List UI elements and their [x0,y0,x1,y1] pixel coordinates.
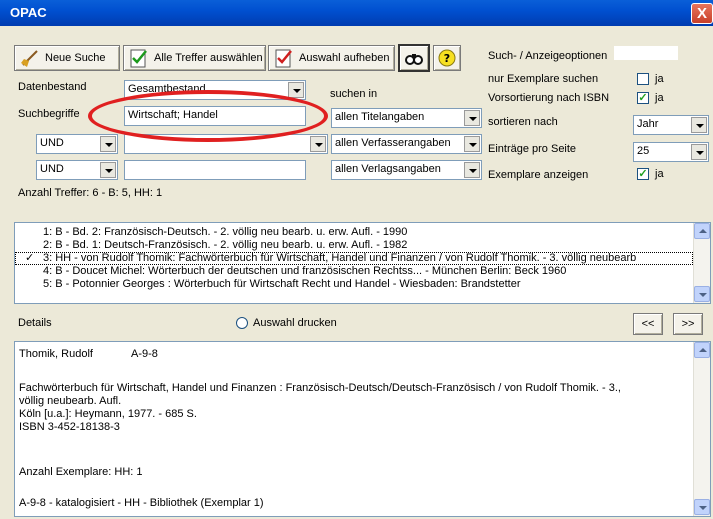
svg-text:?: ? [444,52,450,65]
sort-by-value: Jahr [637,118,659,130]
datenbestand-value: Gesamtbestand [128,83,206,95]
operator-3-value: UND [40,163,64,175]
check-icon: ✓ [25,252,35,264]
result-item[interactable]: 1: B - Bd. 2: Französisch-Deutsch. - 2. … [15,226,693,239]
hit-summary: Anzahl Treffer: 6 - B: 5, HH: 1 [18,187,163,199]
search-field-3-value: allen Verlagsangaben [335,163,441,175]
title-bar: OPAC [0,0,713,26]
only-copies-checkbox[interactable] [637,73,649,85]
search-term-3-input[interactable] [124,160,306,180]
window-title: OPAC [10,5,47,20]
dropdown-arrow-icon[interactable] [464,136,480,152]
suchen-in-label: suchen in [330,88,378,100]
result-item[interactable]: 5: B - Potonnier Georges : Wörterbuch fü… [15,278,693,291]
clear-selection-button[interactable]: Auswahl aufheben [268,45,395,71]
details-label: Details [18,317,52,329]
select-all-label: Alle Treffer auswählen [154,52,263,64]
result-item-text: 5: B - Potonnier Georges : Wörterbuch fü… [43,278,521,290]
result-item-text: 4: B - Doucet Michel: Wörterbuch der deu… [43,265,567,277]
operator-2-value: UND [40,137,64,149]
scroll-down-icon[interactable] [694,499,710,515]
results-list[interactable]: 1: B - Bd. 2: Französisch-Deutsch. - 2. … [14,222,711,304]
dropdown-arrow-icon[interactable] [100,136,116,152]
detail-title: Fachwörterbuch für Wirtschaft, Handel un… [19,382,621,394]
options-title-field [614,46,678,60]
search-term-1-input[interactable]: Wirtschaft; Handel [124,106,306,126]
detail-edition: völlig neubearb. Aufl. [19,395,122,407]
scroll-up-icon[interactable] [694,342,710,358]
sort-by-label: sortieren nach [488,116,558,128]
search-field-2-value: allen Verfasserangaben [335,137,451,149]
close-button[interactable]: X [691,3,713,24]
detail-isbn: ISBN 3-452-18138-3 [19,421,120,433]
binoculars-button[interactable] [398,44,430,72]
sort-by-select[interactable]: Jahr [633,115,709,135]
select-all-button[interactable]: Alle Treffer auswählen [123,45,266,71]
presort-isbn-ja: ja [655,92,664,104]
details-panel: Thomik, Rudolf A-9-8 Fachwörterbuch für … [14,341,711,517]
new-search-button[interactable]: Neue Suche [14,45,120,71]
dropdown-arrow-icon[interactable] [464,110,480,126]
presort-isbn-label: Vorsortierung nach ISBN [488,92,610,104]
next-button[interactable]: >> [673,313,703,335]
broom-icon [19,47,41,69]
result-item-text: 2: B - Bd. 1: Deutsch-Französisch. - 2. … [43,239,408,251]
help-button[interactable]: ? [433,45,461,71]
checklist-icon [128,47,150,69]
dropdown-arrow-icon[interactable] [310,136,326,152]
per-page-select[interactable]: 25 [633,142,709,162]
dropdown-arrow-icon[interactable] [691,144,707,160]
scroll-down-icon[interactable] [694,286,710,302]
detail-publisher: Köln [u.a.]: Heymann, 1977. - 685 S. [19,408,197,420]
search-term-2-input[interactable] [124,134,328,154]
unselect-icon [273,47,295,69]
dropdown-arrow-icon[interactable] [464,162,480,178]
new-search-label: Neue Suche [45,52,106,64]
per-page-value: 25 [637,145,650,157]
binoculars-icon [403,47,425,69]
operator-2-select[interactable]: UND [36,134,118,154]
options-title: Such- / Anzeigeoptionen [488,50,608,62]
detail-author: Thomik, Rudolf [19,348,93,360]
only-copies-label: nur Exemplare suchen [488,73,599,85]
detail-copy-status: A-9-8 - katalogisiert - HH - Bibliothek … [19,497,264,509]
result-item-text: 1: B - Bd. 2: Französisch-Deutsch. - 2. … [43,226,408,238]
print-selection-radio[interactable] [236,317,248,329]
search-field-2-select[interactable]: allen Verfasserangaben [331,134,482,154]
datenbestand-select[interactable]: Gesamtbestand [124,80,306,100]
clear-selection-label: Auswahl aufheben [299,52,390,64]
result-item-selected[interactable]: ✓ 3: HH - von Rudolf Thomik: Fachwörterb… [15,252,693,265]
search-field-3-select[interactable]: allen Verlagsangaben [331,160,482,180]
show-copies-ja: ja [655,168,664,180]
operator-3-select[interactable]: UND [36,160,118,180]
scroll-up-icon[interactable] [694,223,710,239]
show-copies-checkbox[interactable]: ✓ [637,168,649,180]
dropdown-arrow-icon[interactable] [288,82,304,98]
previous-button[interactable]: << [633,313,663,335]
details-scrollbar[interactable] [693,342,710,516]
presort-isbn-checkbox[interactable]: ✓ [637,92,649,104]
dropdown-arrow-icon[interactable] [100,162,116,178]
dropdown-arrow-icon[interactable] [691,117,707,133]
search-field-1-value: allen Titelangaben [335,111,425,123]
results-scrollbar[interactable] [693,223,710,303]
help-icon: ? [436,47,458,69]
search-field-1-select[interactable]: allen Titelangaben [331,108,482,128]
per-page-label: Einträge pro Seite [488,143,577,155]
detail-signature: A-9-8 [131,348,158,360]
only-copies-ja: ja [655,73,664,85]
show-copies-label: Exemplare anzeigen [488,169,589,181]
result-item[interactable]: 2: B - Bd. 1: Deutsch-Französisch. - 2. … [15,239,693,252]
datenbestand-label: Datenbestand [18,81,87,93]
detail-copy-count: Anzahl Exemplare: HH: 1 [19,466,143,478]
result-item-text: 3: HH - von Rudolf Thomik: Fachwörterbuc… [43,252,637,264]
suchbegriffe-label: Suchbegriffe [18,108,80,120]
result-item[interactable]: 4: B - Doucet Michel: Wörterbuch der deu… [15,265,693,278]
print-selection-label: Auswahl drucken [253,317,337,329]
